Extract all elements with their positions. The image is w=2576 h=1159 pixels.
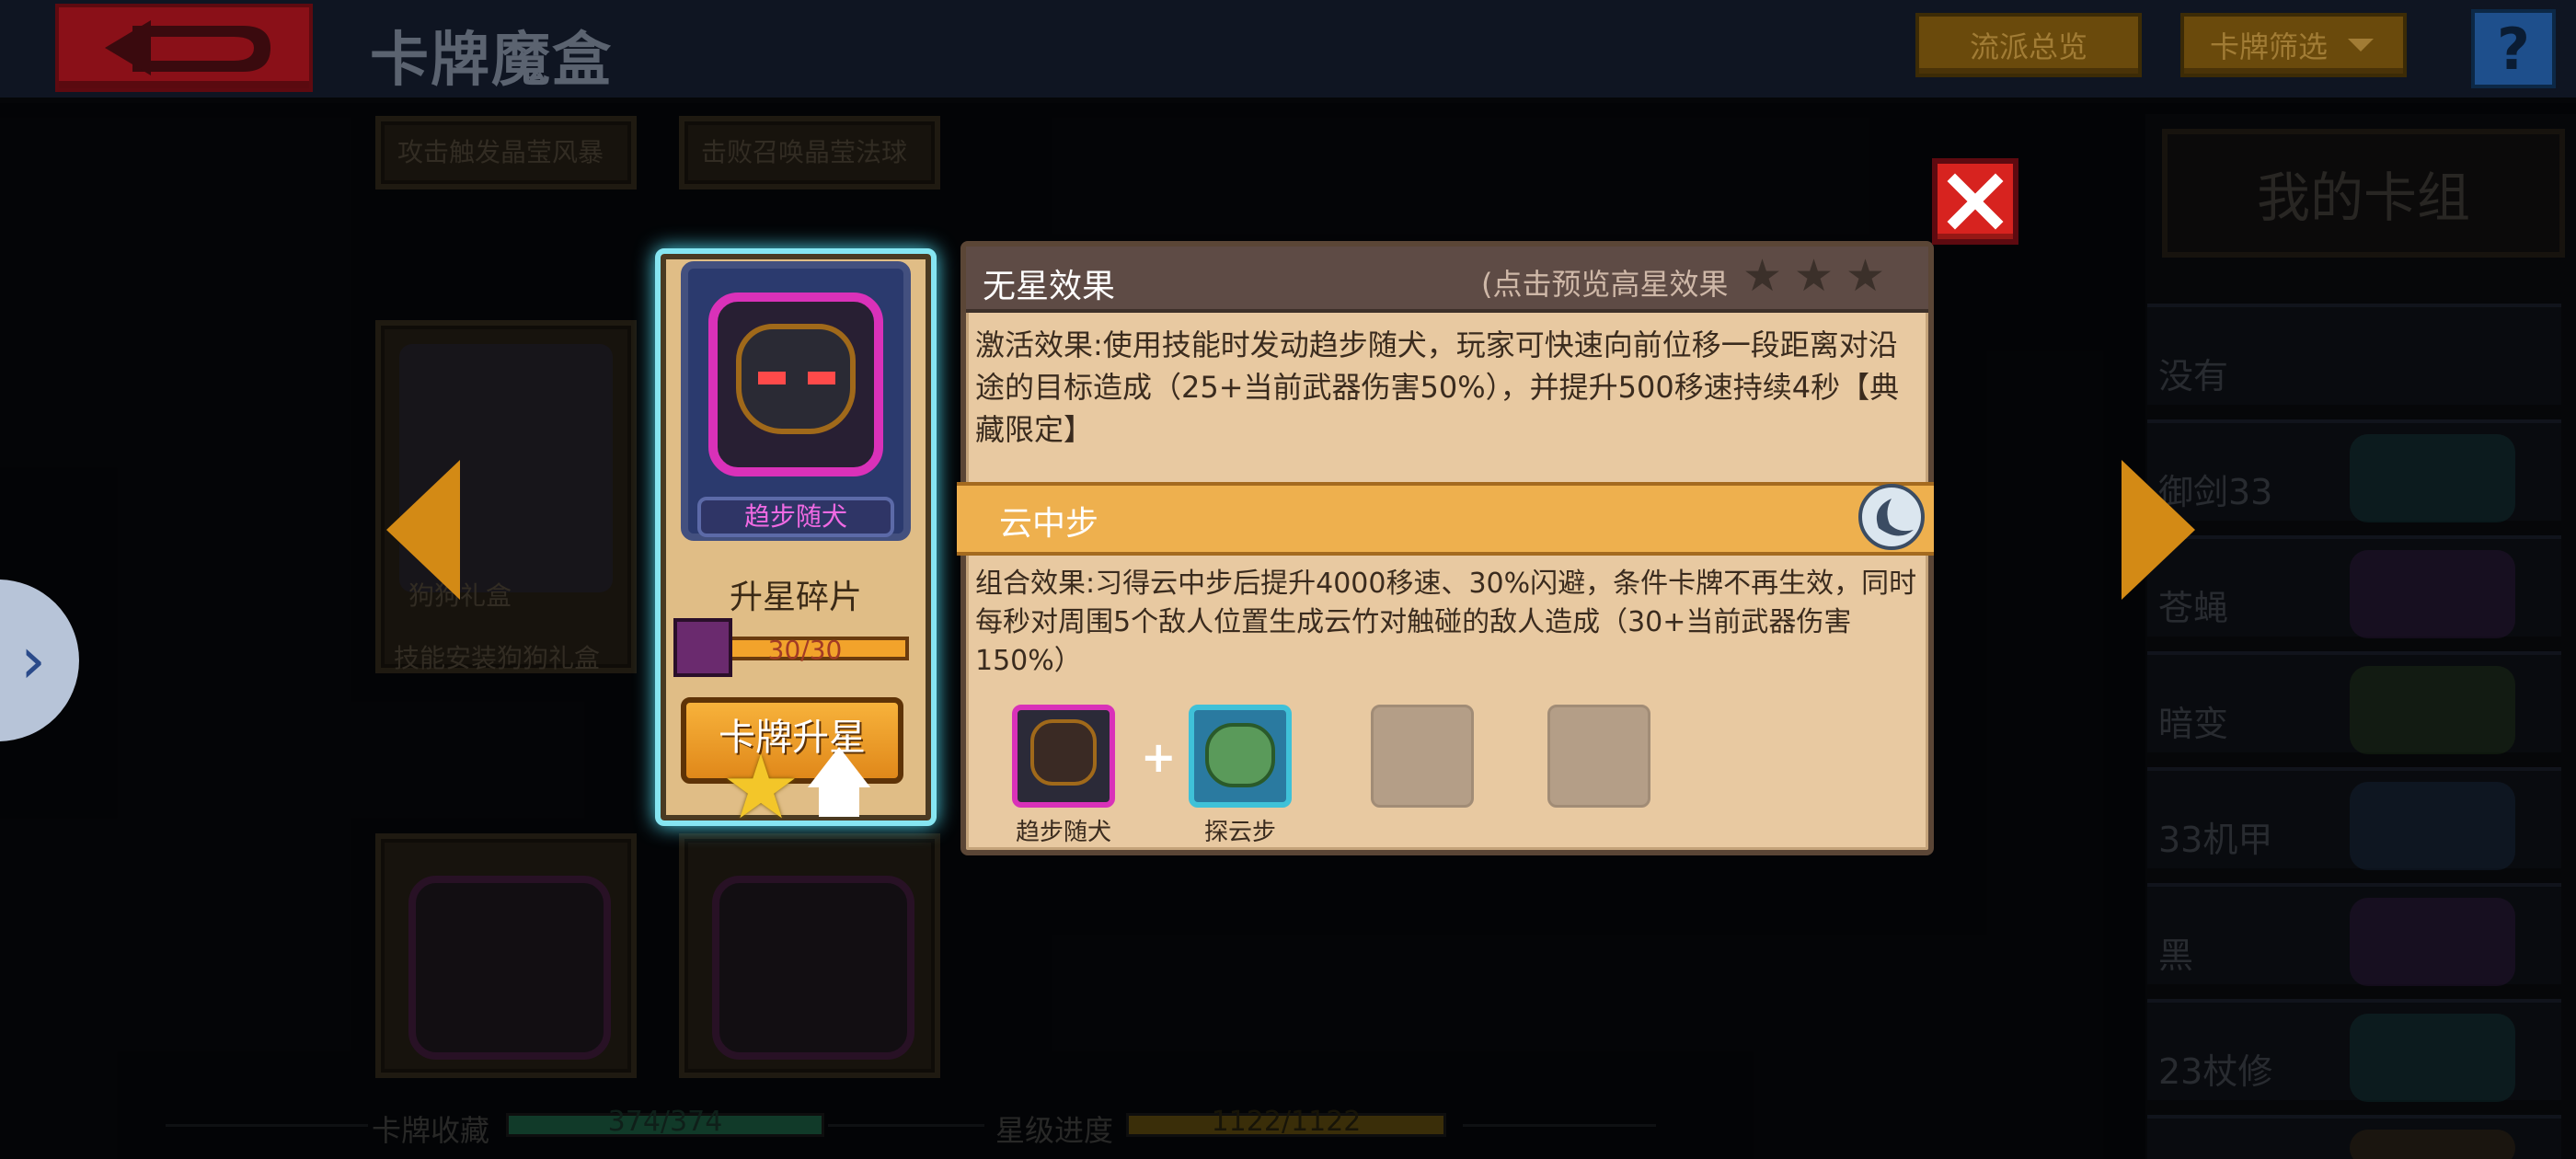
preview-hint[interactable]: (点击预览高星效果 xyxy=(1481,261,1729,304)
star-rating-icon[interactable]: ★ xyxy=(1742,254,1782,298)
star-rating-icon[interactable]: ★ xyxy=(1846,254,1885,298)
chevron-right-icon: › xyxy=(20,623,46,698)
fragment-icon xyxy=(673,618,732,677)
help-button[interactable]: ? xyxy=(2471,9,2556,88)
combo-card-slot[interactable] xyxy=(1189,705,1292,808)
combo-banner xyxy=(957,482,1934,556)
arrow-up-icon xyxy=(808,747,870,787)
back-arrow-icon xyxy=(105,20,270,75)
card-filter-label: 卡牌筛选 xyxy=(2210,29,2329,64)
empty-card-slot xyxy=(1547,705,1650,808)
plus-icon: + xyxy=(1141,732,1177,782)
combo-name: 云中步 xyxy=(999,505,1099,543)
crescent-icon xyxy=(1876,499,1914,536)
arrow-up-stem xyxy=(819,786,859,817)
combo-description: 组合效果:习得云中步后提升4000移速、30%闪避，条件卡牌不再生效，同时每秒对… xyxy=(975,568,1917,677)
close-icon xyxy=(1947,173,2004,230)
star-rating-icon[interactable]: ★ xyxy=(1794,254,1834,298)
next-card-arrow-icon[interactable] xyxy=(2122,460,2195,600)
back-button[interactable] xyxy=(55,4,313,92)
fragment-count: 30/30 xyxy=(767,635,843,665)
combo-card-slot[interactable] xyxy=(1012,705,1115,808)
demon-dog-icon xyxy=(736,324,856,434)
activation-description: 激活效果:使用技能时发动趋步随犬，玩家可快速向前位移一段距离对沿途的目标造成（2… xyxy=(975,327,1900,447)
empty-card-slot xyxy=(1371,705,1474,808)
combo-card-label: 探云步 xyxy=(1203,819,1276,846)
cloud-icon xyxy=(1205,723,1275,787)
eye-icon xyxy=(758,372,786,384)
effect-title: 无星效果 xyxy=(983,268,1116,305)
cloud-step-icon xyxy=(1858,484,1925,550)
close-button[interactable] xyxy=(1932,158,2018,245)
fragment-title: 升星碎片 xyxy=(729,579,862,616)
game-screen: 卡牌魔盒 流派总览 卡牌筛选 ? 攻击触发晶莹风暴 击败召唤晶莹法球 狗狗礼盒 … xyxy=(0,0,2576,1159)
chevron-down-icon xyxy=(2348,39,2375,52)
eye-icon xyxy=(808,372,835,384)
demon-dog-icon xyxy=(1030,719,1097,786)
previous-card-arrow-icon[interactable] xyxy=(386,460,460,600)
page-title: 卡牌魔盒 xyxy=(370,27,613,95)
card-filter-dropdown[interactable]: 卡牌筛选 xyxy=(2180,13,2407,77)
card-name: 趋步随犬 xyxy=(697,497,894,537)
build-overview-button[interactable]: 流派总览 xyxy=(1915,13,2142,77)
star-icon: ★ xyxy=(721,736,801,839)
combo-card-label: 趋步随犬 xyxy=(1015,819,1111,846)
